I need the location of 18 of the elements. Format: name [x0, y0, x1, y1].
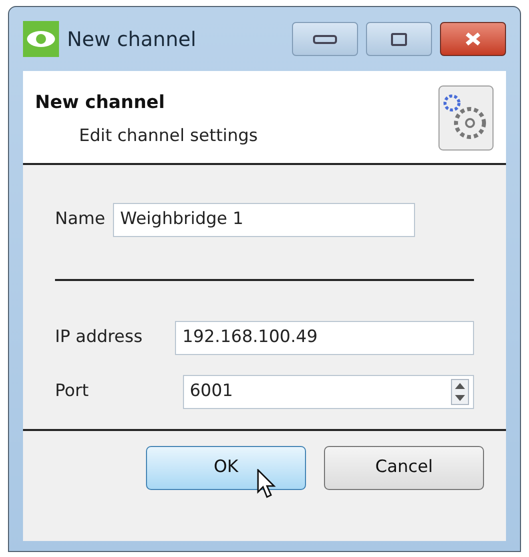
- field-label: Name: [55, 208, 106, 232]
- header-title: New channel: [35, 91, 166, 115]
- minimize-button[interactable]: [292, 22, 358, 56]
- port-spinbox[interactable]: 6001: [182, 375, 474, 409]
- gear-icon: [438, 85, 494, 151]
- close-button[interactable]: [440, 22, 506, 56]
- spin-arrows-icon[interactable]: [451, 379, 469, 405]
- field-label: Port: [55, 380, 90, 404]
- dialog-button[interactable]: Cancel: [324, 446, 484, 490]
- text-field[interactable]: Weighbridge 1: [113, 203, 416, 237]
- text-field[interactable]: 192.168.100.49: [175, 321, 474, 355]
- cursor-icon: [257, 469, 279, 499]
- close-icon: [465, 32, 481, 46]
- field-label: IP address: [55, 326, 144, 350]
- maximize-button[interactable]: [366, 22, 432, 56]
- eye-icon: [23, 21, 59, 57]
- header-subtitle: Edit channel settings: [78, 125, 259, 148]
- window-title: New channel: [67, 26, 198, 53]
